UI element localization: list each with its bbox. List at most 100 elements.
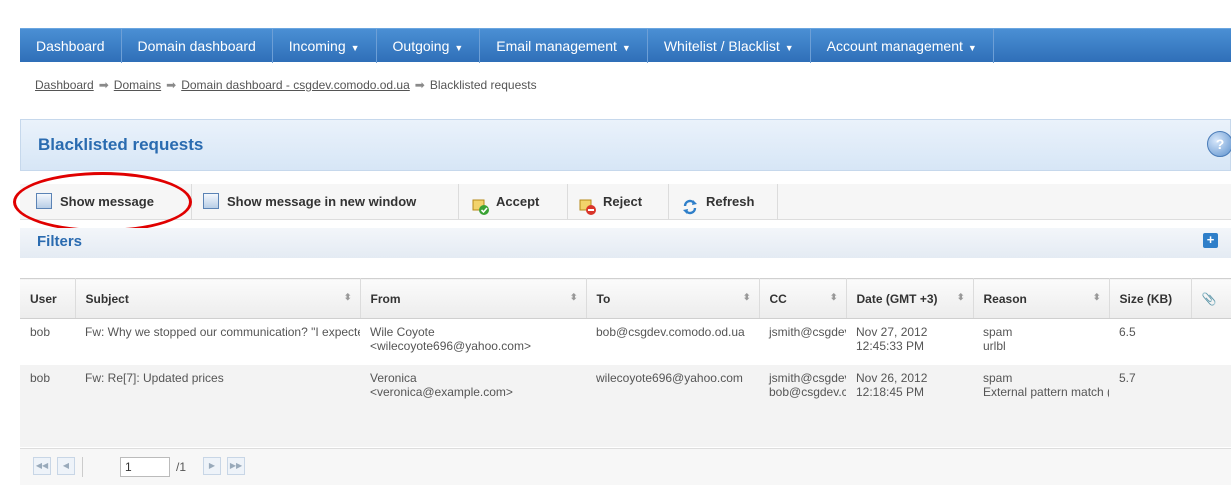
reason-line: spam <box>983 325 1013 339</box>
message-window-icon <box>203 193 219 210</box>
cell-to: bob@csgdev.comodo.od.ua <box>586 318 759 365</box>
accept-button[interactable]: Accept <box>472 184 568 220</box>
column-header-to-label: To <box>596 291 611 306</box>
column-header-subject[interactable]: Subject ⬍ <box>75 278 361 319</box>
show-message-new-window-label: Show message in new window <box>227 194 417 209</box>
accept-label: Accept <box>496 194 540 209</box>
reason-line: External pattern match (Sanesecurity.Jun… <box>983 384 1109 399</box>
breadcrumb-dashboard[interactable]: Dashboard <box>35 78 94 92</box>
cell-user: bob <box>20 364 75 447</box>
column-header-subject-label: Subject <box>85 291 129 306</box>
next-page-icon[interactable]: ▶ <box>203 457 221 475</box>
main-navbar: Dashboard Domain dashboard Incoming ▼ Out… <box>20 28 1231 63</box>
column-header-user[interactable]: User <box>20 278 76 319</box>
last-page-icon[interactable]: ▶▶ <box>227 457 245 475</box>
from-email: <veronica@example.com> <box>370 384 513 399</box>
paperclip-icon: 📎 <box>1201 291 1217 306</box>
accept-icon <box>472 193 489 216</box>
chevron-down-icon: ▼ <box>621 42 631 53</box>
table-row[interactable]: bob Fw: Re[7]: Updated prices Veronica <v… <box>20 364 1231 447</box>
filters-title: Filters <box>37 233 83 250</box>
page-title: Blacklisted requests <box>38 135 204 154</box>
breadcrumb-domains[interactable]: Domains <box>114 78 161 92</box>
nav-outgoing-label: Outgoing <box>392 37 450 54</box>
reject-icon <box>579 193 596 216</box>
nav-domain-dashboard[interactable]: Domain dashboard <box>122 28 273 63</box>
cell-reason: spam urlbl <box>973 318 1109 365</box>
column-header-from[interactable]: From ⬍ <box>360 278 587 319</box>
column-header-from-label: From <box>370 291 401 306</box>
breadcrumb-current: Blacklisted requests <box>429 78 537 92</box>
cell-date: Nov 27, 2012 12:45:33 PM <box>846 318 973 365</box>
nav-outgoing[interactable]: Outgoing ▼ <box>377 28 481 63</box>
column-header-to[interactable]: To ⬍ <box>586 278 760 319</box>
column-header-attachment[interactable]: 📎 <box>1191 278 1231 319</box>
chevron-down-icon: ▼ <box>967 42 977 53</box>
page-number-input[interactable] <box>120 457 170 477</box>
toolbar: Show message Show message in new window … <box>20 184 1231 220</box>
date-value: Nov 27, 2012 <box>856 325 928 339</box>
refresh-icon <box>682 193 698 215</box>
cc-address: jsmith@csgdev.comodo.od.ua <box>769 325 846 339</box>
help-icon[interactable]: ? <box>1207 131 1231 157</box>
reason-line: urlbl <box>983 339 1006 353</box>
first-page-icon[interactable]: ◀◀ <box>33 457 51 475</box>
prev-page-icon[interactable]: ◀ <box>57 457 75 475</box>
filters-bar[interactable]: Filters + <box>20 228 1231 258</box>
cc-address: jsmith@csgdev.comodo.od.ua <box>769 370 846 385</box>
arrow-right-icon: ➡ <box>98 78 109 92</box>
arrow-right-icon: ➡ <box>414 78 425 92</box>
column-header-date[interactable]: Date (GMT +3) ⬍ <box>846 278 974 319</box>
nav-whitelist-blacklist[interactable]: Whitelist / Blacklist ▼ <box>648 28 811 63</box>
page-count: /1 <box>176 460 187 474</box>
refresh-label: Refresh <box>706 194 755 209</box>
nav-incoming-label: Incoming <box>288 37 346 54</box>
chevron-down-icon: ▼ <box>784 42 794 53</box>
cell-user: bob <box>20 318 75 365</box>
pagination-bar: ◀◀ ◀ /1 ▶ ▶▶ <box>20 448 1231 485</box>
table-header-row: User Subject ⬍ From ⬍ To ⬍ CC ⬍ Date (GMT +3… <box>20 278 1231 319</box>
breadcrumb: Dashboard ➡ Domains ➡ Domain dashboard - csg… <box>35 78 537 92</box>
sort-icon: ⬍ <box>956 292 965 302</box>
date-value: Nov 26, 2012 <box>856 370 928 385</box>
pager-divider <box>82 457 83 477</box>
reject-button[interactable]: Reject <box>579 184 669 220</box>
cell-to: wilecoyote696@yahoo.com <box>586 364 759 447</box>
nav-account-management[interactable]: Account management ▼ <box>811 28 994 63</box>
expand-icon[interactable]: + <box>1203 233 1218 248</box>
cell-reason: spamExternal pattern match (Sanesecurity… <box>973 364 1109 447</box>
show-message-new-window-button[interactable]: Show message in new window <box>203 184 459 220</box>
nav-domain-dashboard-label: Domain dashboard <box>137 37 256 54</box>
cc-address: bob@csgdev.comodo.od.ua <box>769 384 846 399</box>
from-name: Veronica <box>370 370 417 385</box>
sort-icon: ⬍ <box>343 292 352 302</box>
column-header-cc[interactable]: CC ⬍ <box>759 278 847 319</box>
time-value: 12:45:33 PM <box>856 339 925 353</box>
column-header-reason[interactable]: Reason ⬍ <box>973 278 1110 319</box>
breadcrumb-domain-dashboard[interactable]: Domain dashboard - csgdev.comodo.od.ua <box>181 78 410 92</box>
cell-attachment <box>1191 318 1231 365</box>
cell-from: Wile Coyote <wilecoyote696@yahoo.com> <box>360 318 586 365</box>
cell-size: 5.7 <box>1109 364 1191 447</box>
column-header-date-label: Date (GMT +3) <box>856 291 938 306</box>
nav-incoming[interactable]: Incoming ▼ <box>273 28 377 63</box>
column-header-reason-label: Reason <box>983 291 1027 306</box>
nav-email-management[interactable]: Email management ▼ <box>480 28 648 63</box>
chevron-down-icon: ▼ <box>350 42 360 53</box>
table-row[interactable]: bob Fw: Why we stopped our communication… <box>20 318 1231 365</box>
cell-size: 6.5 <box>1109 318 1191 365</box>
nav-dashboard[interactable]: Dashboard <box>20 28 122 63</box>
cell-date: Nov 26, 2012 12:18:45 PM <box>846 364 973 447</box>
reject-label: Reject <box>603 194 643 209</box>
sort-icon: ⬍ <box>569 292 578 302</box>
from-email: <wilecoyote696@yahoo.com> <box>370 339 531 353</box>
nav-account-management-label: Account management <box>826 37 963 54</box>
nav-dashboard-label: Dashboard <box>36 37 105 54</box>
cell-from: Veronica <veronica@example.com> <box>360 364 586 447</box>
sort-icon: ⬍ <box>742 292 751 302</box>
column-header-size[interactable]: Size (KB) <box>1109 278 1192 319</box>
refresh-button[interactable]: Refresh <box>682 184 778 220</box>
show-message-button[interactable]: Show message <box>36 184 192 220</box>
nav-email-management-label: Email management <box>496 37 617 54</box>
cell-attachment <box>1191 364 1231 447</box>
